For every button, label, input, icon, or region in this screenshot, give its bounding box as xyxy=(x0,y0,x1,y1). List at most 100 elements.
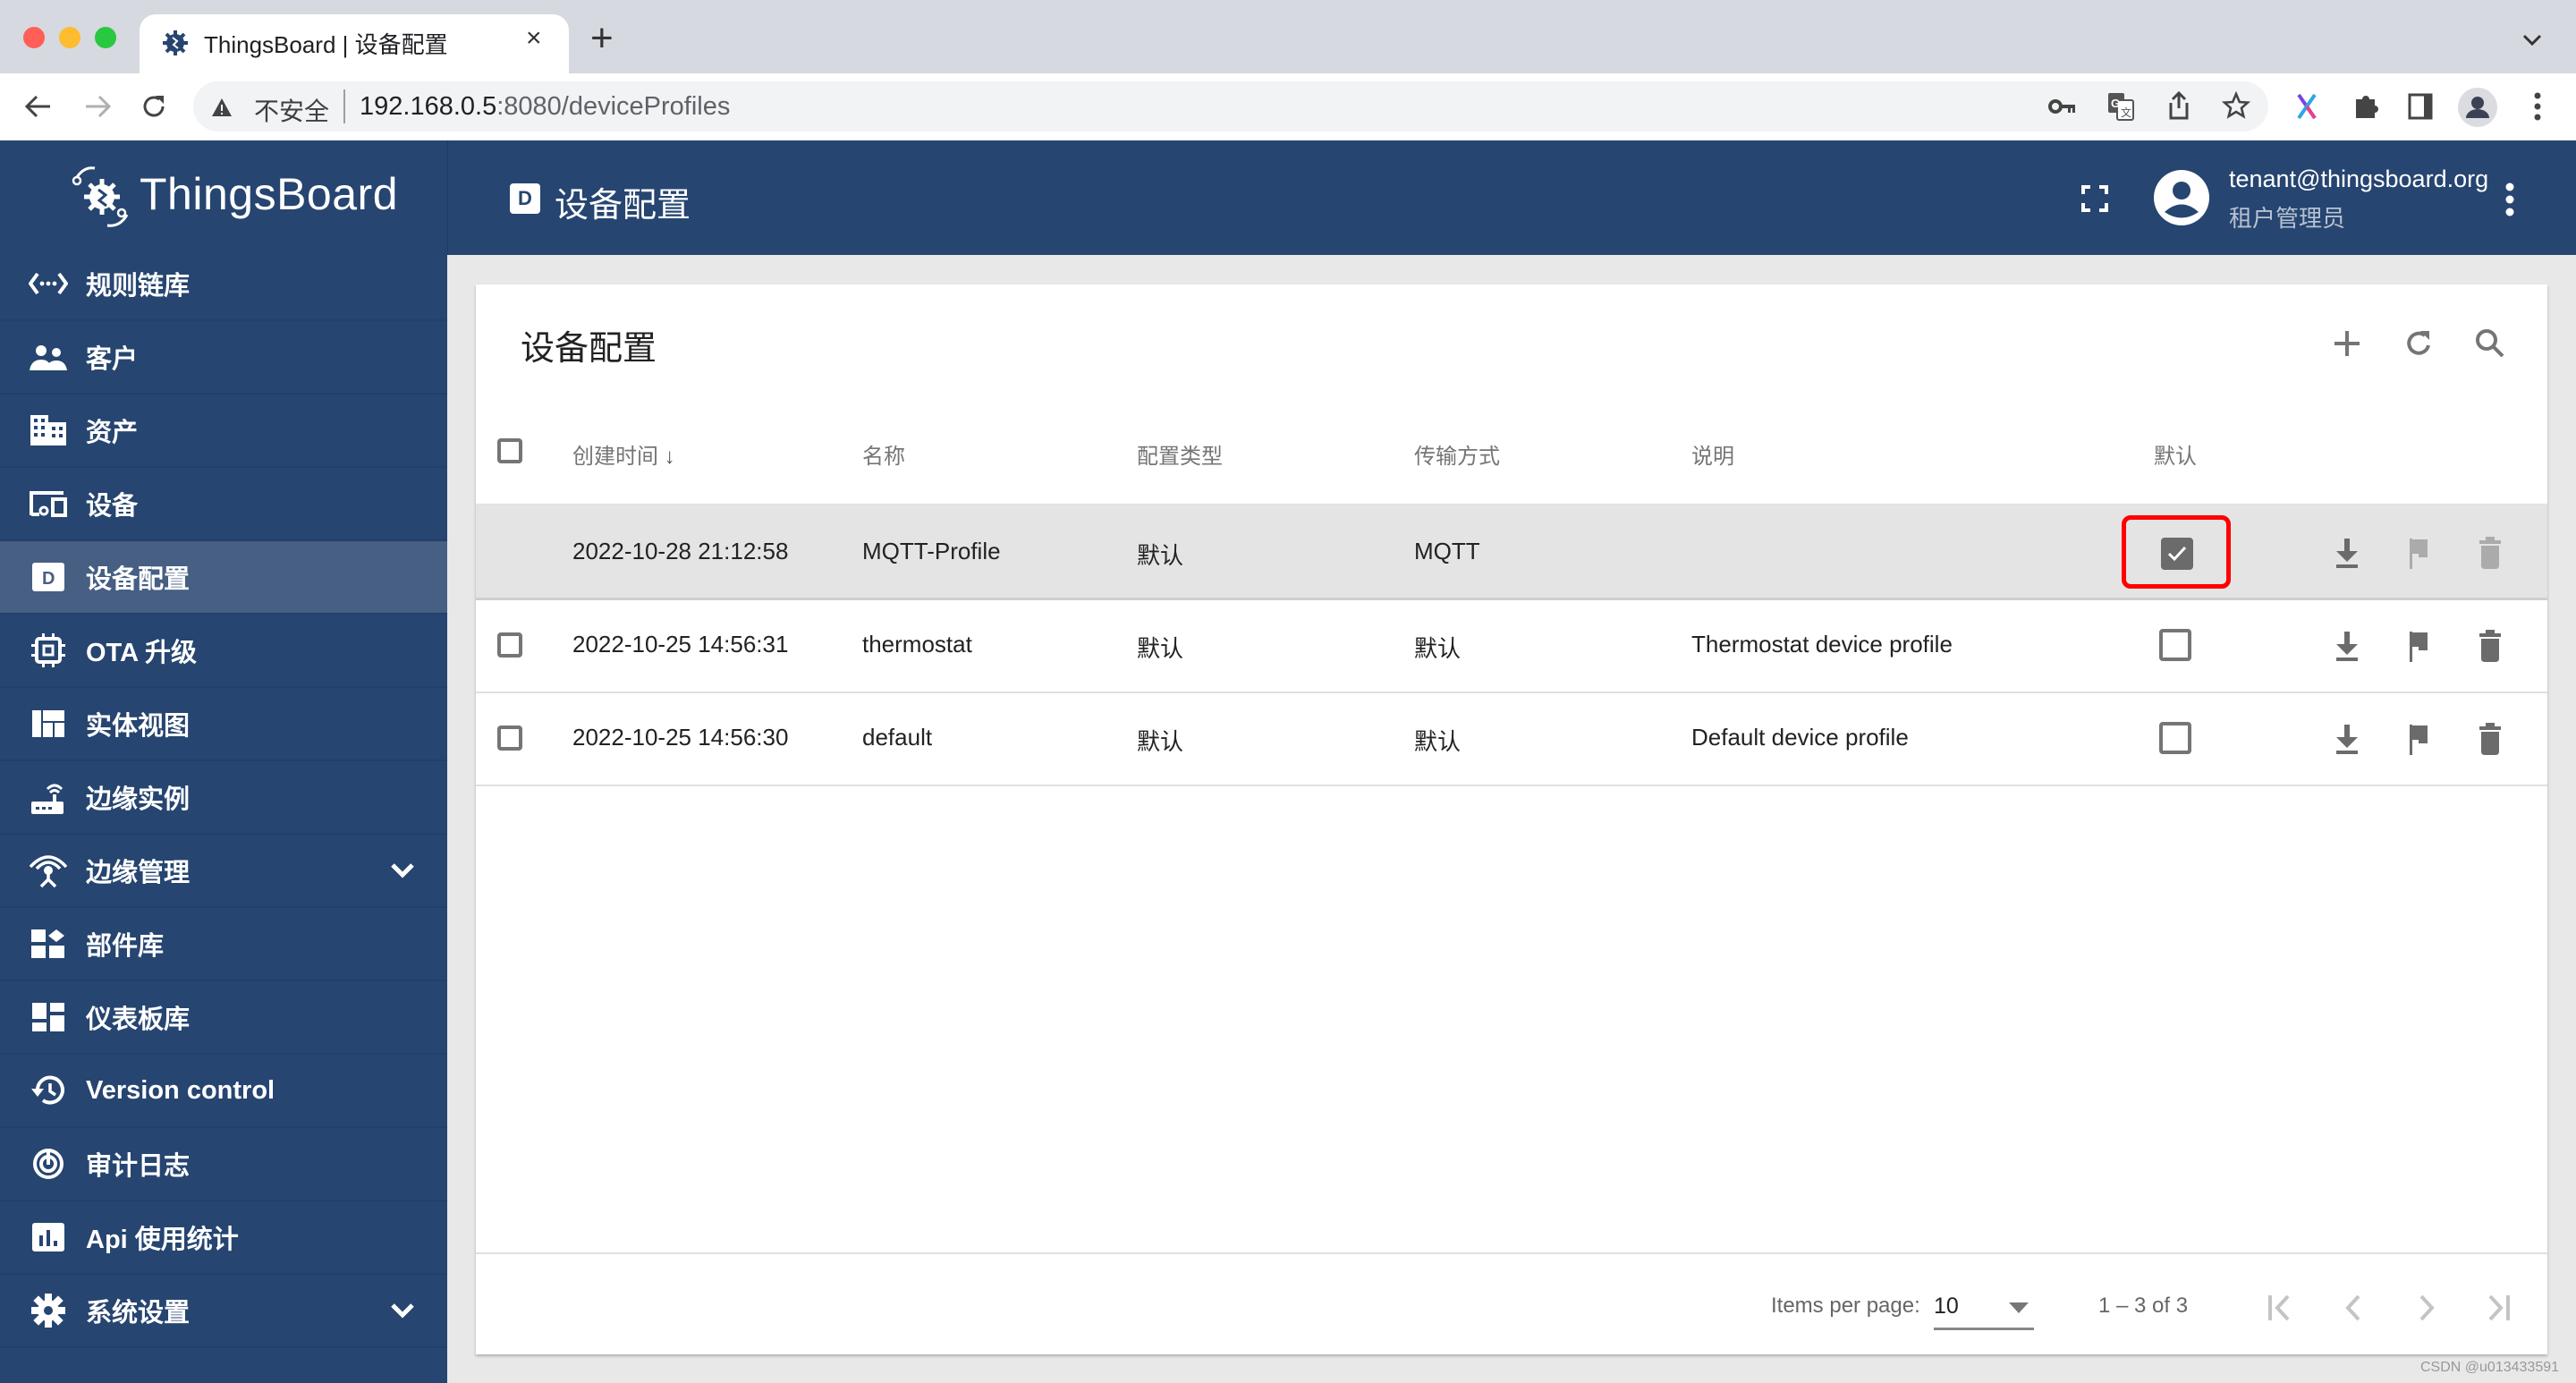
new-tab-button[interactable]: + xyxy=(590,16,614,61)
user-email[interactable]: tenant@thingsboard.org xyxy=(2229,165,2488,193)
previous-page-icon[interactable] xyxy=(2334,1288,2374,1328)
first-page-icon[interactable] xyxy=(2261,1288,2301,1328)
window-close-button[interactable] xyxy=(23,27,45,48)
share-icon[interactable] xyxy=(2166,90,2191,121)
customers-icon xyxy=(29,337,68,377)
url-text[interactable]: 192.168.0.5:8080/deviceProfiles xyxy=(360,92,730,122)
export-download-icon[interactable] xyxy=(2329,721,2365,757)
window-minimize-button[interactable] xyxy=(59,27,80,48)
search-icon[interactable] xyxy=(2470,324,2510,363)
extension-x-icon[interactable] xyxy=(2295,93,2318,120)
sidebar-item-edge-instances[interactable]: 边缘实例 xyxy=(0,761,447,835)
delete-icon xyxy=(2479,537,2501,569)
svg-text:G: G xyxy=(2111,97,2120,110)
cell-profile-type: 默认 xyxy=(1137,542,1184,569)
refresh-icon[interactable] xyxy=(2399,324,2438,363)
card-title: 设备配置 xyxy=(521,330,657,368)
ota-chip-icon xyxy=(29,631,68,670)
extensions-puzzle-icon[interactable] xyxy=(2352,91,2381,120)
history-icon xyxy=(29,1071,68,1110)
sidebar-item-version-control[interactable]: Version control xyxy=(0,1055,447,1128)
user-role: 租户管理员 xyxy=(2229,205,2346,232)
fullscreen-icon[interactable] xyxy=(2080,184,2109,213)
sidebar-item-ota[interactable]: OTA 升级 xyxy=(0,615,447,688)
export-download-icon[interactable] xyxy=(2329,535,2365,571)
make-default-flag-icon[interactable] xyxy=(2401,628,2436,664)
sidebar-item-label: Api 使用统计 xyxy=(86,1226,239,1254)
cell-created-time: 2022-10-25 14:56:30 xyxy=(572,724,789,751)
row-select-checkbox[interactable] xyxy=(497,725,522,751)
column-header-transport[interactable]: 传输方式 xyxy=(1414,438,1500,470)
paginator-divider xyxy=(476,1252,2547,1254)
sidebar-item-widgets-library[interactable]: 部件库 xyxy=(0,908,447,981)
column-header-name[interactable]: 名称 xyxy=(862,438,905,470)
dashboards-icon xyxy=(29,997,68,1037)
sidebar-item-edge-management[interactable]: 边缘管理 xyxy=(0,835,447,908)
column-header-default[interactable]: 默认 xyxy=(2154,438,2197,470)
browser-menu-icon[interactable] xyxy=(2533,91,2542,122)
last-page-icon[interactable] xyxy=(2478,1288,2517,1328)
sidebar-item-devices[interactable]: 设备 xyxy=(0,468,447,541)
window-maximize-button[interactable] xyxy=(95,27,116,48)
profile-avatar-icon[interactable] xyxy=(2458,88,2497,127)
cell-created-time: 2022-10-25 14:56:31 xyxy=(572,631,789,658)
delete-icon[interactable] xyxy=(2472,721,2508,757)
column-header-profile-type[interactable]: 配置类型 xyxy=(1137,438,1223,470)
sidebar-item-dashboards[interactable]: 仪表板库 xyxy=(0,981,447,1055)
user-menu-icon[interactable] xyxy=(2504,182,2515,216)
thingsboard-logo-icon xyxy=(72,166,129,227)
cell-description: Thermostat device profile xyxy=(1691,631,1953,658)
forward-icon[interactable] xyxy=(82,93,113,120)
sidebar-item-label: 系统设置 xyxy=(86,1299,191,1328)
devices-icon xyxy=(29,484,68,523)
export-download-icon[interactable] xyxy=(2329,628,2365,664)
select-all-checkbox[interactable] xyxy=(497,438,522,463)
user-avatar-icon[interactable] xyxy=(2154,170,2209,225)
sidebar-item-entity-views[interactable]: 实体视图 xyxy=(0,688,447,761)
column-header-created-time[interactable]: 创建时间 ↓ xyxy=(572,438,675,470)
sidebar-item-audit-logs[interactable]: 审计日志 xyxy=(0,1128,447,1201)
sidebar-item-assets[interactable]: 资产 xyxy=(0,395,447,468)
sort-arrow-down-icon: ↓ xyxy=(664,445,675,469)
chevron-down-icon[interactable] xyxy=(388,856,417,885)
back-icon[interactable] xyxy=(23,93,54,120)
delete-icon[interactable] xyxy=(2472,628,2508,664)
sidebar: 规则链库 客户 资产 设备 D 设备配置 OTA 升级 实体视图 边缘实例 边缘… xyxy=(0,255,447,1383)
tab-search-chevron-icon[interactable] xyxy=(2522,34,2542,47)
url-divider xyxy=(343,89,345,123)
key-icon[interactable] xyxy=(2048,97,2077,116)
chevron-down-icon[interactable] xyxy=(388,1296,417,1325)
cell-transport: 默认 xyxy=(1414,728,1462,755)
sidebar-item-label: 资产 xyxy=(86,419,139,447)
translate-icon[interactable]: G文 xyxy=(2107,92,2134,121)
sidebar-item-api-usage[interactable]: Api 使用统计 xyxy=(0,1201,447,1275)
column-header-label: 创建时间 xyxy=(572,445,658,469)
security-status[interactable]: 不安全 xyxy=(254,92,329,128)
sidebar-item-device-profiles[interactable]: D 设备配置 xyxy=(0,541,447,615)
cell-created-time: 2022-10-28 21:12:58 xyxy=(572,538,789,564)
next-page-icon[interactable] xyxy=(2406,1288,2445,1328)
side-panel-icon[interactable] xyxy=(2408,93,2433,120)
sidebar-item-label: 边缘实例 xyxy=(86,785,191,814)
device-profiles-card xyxy=(476,284,2547,1354)
make-default-flag-icon[interactable] xyxy=(2401,721,2436,757)
url-host: 192.168.0.5 xyxy=(360,92,497,121)
sidebar-item-rule-chains[interactable]: 规则链库 xyxy=(0,255,447,321)
reload-icon[interactable] xyxy=(140,92,168,121)
tab-close-button[interactable]: × xyxy=(526,23,542,54)
row-select-checkbox[interactable] xyxy=(497,632,522,658)
items-per-page-value: 10 xyxy=(1934,1294,1959,1319)
sidebar-item-label: 仪表板库 xyxy=(86,1005,191,1034)
sidebar-item-customers[interactable]: 客户 xyxy=(0,321,447,395)
sidebar-item-system-settings[interactable]: 系统设置 xyxy=(0,1275,447,1348)
sidebar-item-label: 实体视图 xyxy=(86,712,191,741)
dropdown-arrow-icon xyxy=(2009,1302,2029,1313)
warning-icon[interactable] xyxy=(211,98,233,117)
add-icon[interactable] xyxy=(2327,324,2367,363)
device-profile-icon: D xyxy=(29,557,68,597)
column-header-description[interactable]: 说明 xyxy=(1691,438,1734,470)
default-checkbox xyxy=(2159,722,2191,754)
bookmark-star-icon[interactable] xyxy=(2222,91,2250,120)
items-per-page-label: Items per page: xyxy=(1771,1294,1920,1318)
sidebar-item-label: 边缘管理 xyxy=(86,859,191,887)
